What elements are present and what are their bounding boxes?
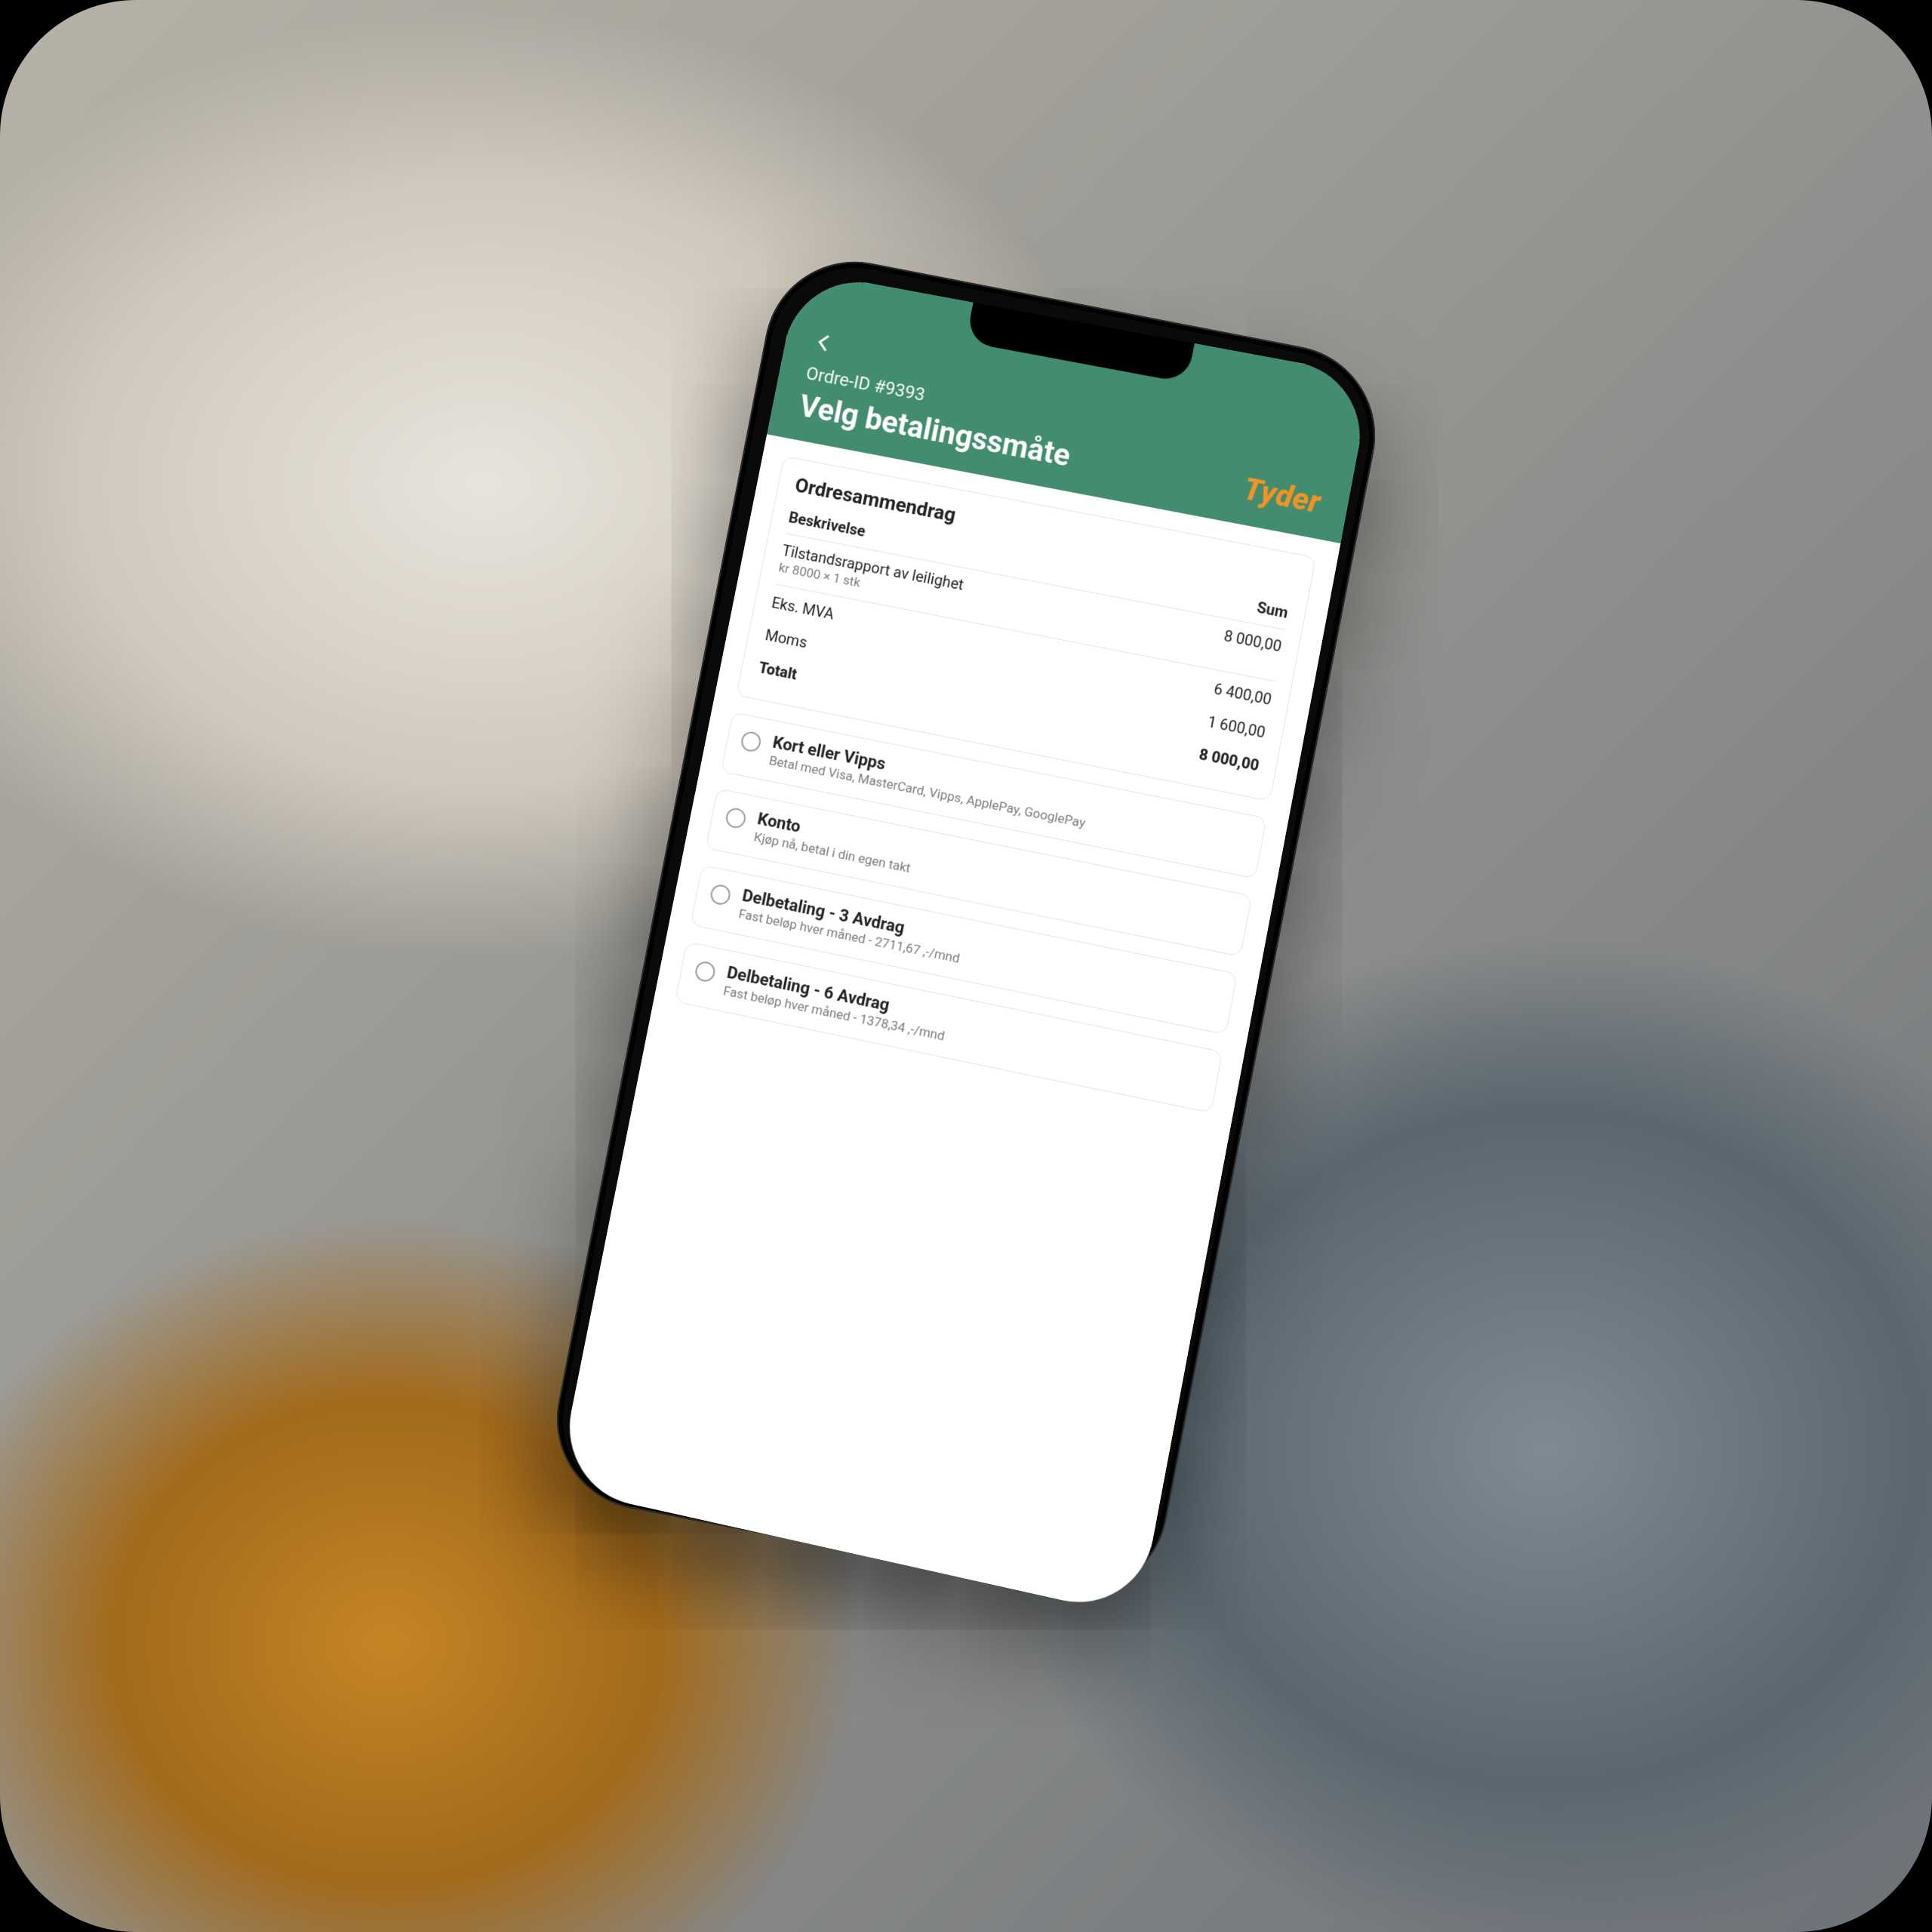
total-label: Totalt	[757, 658, 798, 683]
exvat-value: 6 400,00	[1212, 679, 1272, 709]
exvat-label: Eks. MVA	[771, 593, 836, 623]
col-sum: Sum	[1256, 598, 1290, 622]
total-value: 8 000,00	[1198, 745, 1261, 774]
radio-icon	[709, 883, 731, 906]
arrow-left-icon	[811, 330, 837, 358]
radio-icon	[740, 730, 762, 753]
content-area: Ordresammendrag Beskrivelse Sum Tilstand…	[556, 434, 1341, 1617]
phone-device-frame: Ordre-ID #9393 Velg betalingssmåte Tyder…	[541, 246, 1390, 1609]
lifestyle-background: Ordre-ID #9393 Velg betalingssmåte Tyder…	[0, 0, 1932, 1932]
back-button[interactable]	[805, 325, 844, 363]
vat-label: Moms	[764, 626, 809, 651]
radio-icon	[694, 960, 716, 983]
vat-value: 1 600,00	[1206, 712, 1267, 742]
radio-icon	[724, 806, 747, 829]
item-amount: 8 000,00	[1223, 626, 1283, 655]
col-description: Beskrivelse	[787, 508, 867, 540]
phone-screen: Ordre-ID #9393 Velg betalingssmåte Tyder…	[556, 270, 1372, 1617]
